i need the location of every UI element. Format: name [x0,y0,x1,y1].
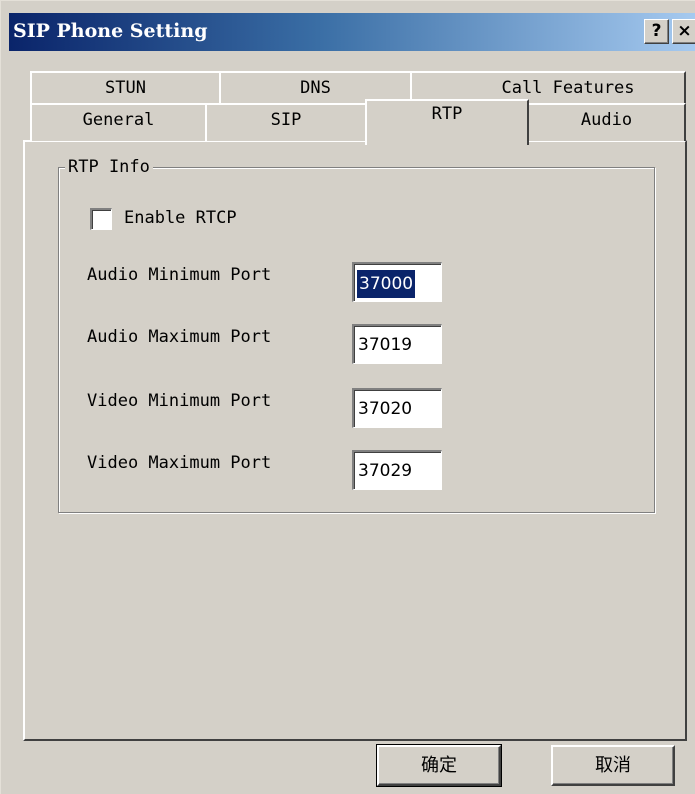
tab-general[interactable]: General [30,103,207,141]
tab-sip[interactable]: SIP [205,103,367,141]
tab-rtp[interactable]: RTP [365,99,529,145]
video-max-port-label: Video Maximum Port [87,453,272,473]
sip-phone-setting-dialog: SIP Phone Setting ? × STUN DNS Call Feat… [0,0,695,794]
tab-stun[interactable]: STUN [30,71,221,105]
tab-label: Call Features [501,78,635,98]
ok-button[interactable]: 确定 [376,744,502,787]
audio-max-port-input[interactable] [352,324,442,364]
enable-rtcp-label[interactable]: Enable RTCP [124,208,237,228]
tab-audio[interactable]: Audio [527,103,686,141]
enable-rtcp-checkbox[interactable] [90,208,112,230]
window-title: SIP Phone Setting [13,20,208,42]
help-button[interactable]: ? [644,19,669,44]
close-button[interactable]: × [672,19,695,44]
cancel-button[interactable]: 取消 [551,745,675,786]
title-bar[interactable]: SIP Phone Setting ? × [9,13,695,51]
video-min-port-label: Video Minimum Port [87,391,272,411]
audio-max-port-label: Audio Maximum Port [87,327,272,347]
tab-label: Audio [580,110,633,130]
video-max-port-input[interactable] [352,450,442,490]
rtp-info-group-title: RTP Info [65,157,153,177]
tab-label: STUN [105,78,146,98]
audio-min-port-label: Audio Minimum Port [87,265,272,285]
tab-label: DNS [300,78,331,98]
video-min-port-input[interactable] [352,388,442,428]
tab-label: General [82,110,155,130]
tab-label: RTP [431,104,463,124]
audio-min-port-selection: 37000 [357,270,416,298]
tab-label: SIP [270,110,302,130]
